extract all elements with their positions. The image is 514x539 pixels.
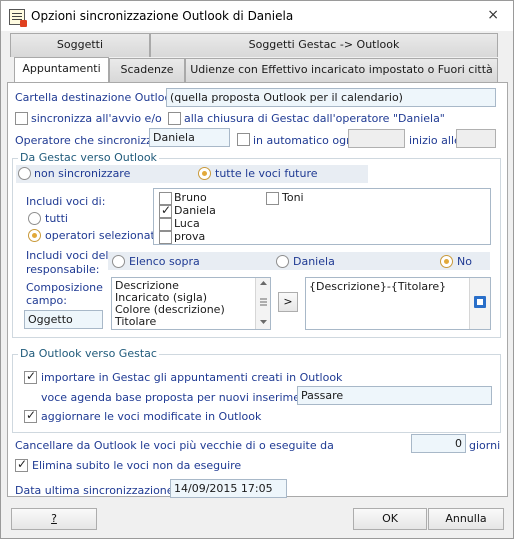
auto-interval-input[interactable] — [348, 129, 405, 148]
include-label: Includi voci di: — [26, 195, 106, 208]
agenda-label: voce agenda base proposta per nuovi inse… — [41, 391, 319, 404]
no-sync-radio[interactable] — [18, 167, 31, 180]
selected-operators-label: operatori selezionati — [45, 229, 158, 242]
tab-scadenze[interactable]: Scadenze — [109, 58, 185, 82]
import-label: importare in Gestac gli appuntamenti cre… — [41, 371, 343, 384]
all-future-radio[interactable] — [198, 167, 211, 180]
tab-appuntamenti[interactable]: Appuntamenti — [14, 57, 109, 82]
cleanup-days-input[interactable]: 0 — [411, 434, 466, 453]
operator-label: Operatore che sincronizza: — [15, 134, 163, 147]
composition-text[interactable]: {Descrizione}-{Titolare} — [305, 277, 491, 330]
composition-label-line2: campo: — [26, 294, 67, 307]
fields-list[interactable]: Descrizione Incaricato (sigla) Colore (d… — [111, 277, 271, 330]
responsible-label-line2: responsabile: — [26, 263, 100, 276]
import-checkbox[interactable] — [24, 369, 37, 384]
operator-checkbox-luca[interactable] — [159, 218, 172, 231]
app-icon — [9, 9, 27, 27]
sync-close-checkbox[interactable] — [168, 112, 181, 125]
tab-udienze[interactable]: Udienze con Effettivo incaricato imposta… — [185, 58, 498, 82]
resp-daniela-radio[interactable] — [276, 255, 289, 268]
delete-checkbox[interactable] — [15, 457, 28, 472]
resp-list-radio[interactable] — [112, 255, 125, 268]
start-time-input[interactable] — [456, 129, 496, 148]
sync-close-label: alla chiusura di Gestac dall'operatore "… — [184, 112, 445, 125]
sync-start-label: sincronizza all'avvio e/o — [31, 112, 162, 125]
fields-scrollbar[interactable] — [255, 278, 270, 329]
gestac-group-title: Da Gestac verso Outlook — [18, 151, 159, 164]
title-bar: Opzioni sincronizzazione Outlook di Dani… — [1, 1, 513, 31]
operator-input[interactable]: Daniela — [149, 128, 230, 147]
composition-label-line1: Composizione — [26, 281, 103, 294]
operator-checkbox-daniela[interactable] — [159, 203, 172, 218]
all-operators-radio[interactable] — [28, 212, 41, 225]
all-future-label: tutte le voci future — [215, 167, 318, 180]
all-operators-label: tutti — [45, 212, 68, 225]
delete-label: Elimina subito le voci non da eseguire — [32, 459, 242, 472]
composition-field-input[interactable]: Oggetto — [24, 310, 103, 329]
no-sync-label: non sincronizzare — [34, 167, 131, 180]
tab-soggetti-gestac-outlook[interactable]: Soggetti Gestac -> Outlook — [150, 33, 498, 57]
field-item[interactable]: Titolare — [115, 315, 156, 328]
update-label: aggiornare le voci modificate in Outlook — [41, 410, 262, 423]
ok-button[interactable]: OK — [353, 508, 427, 530]
outlook-icon[interactable] — [470, 278, 491, 329]
outlook-group-title: Da Outlook verso Gestac — [18, 347, 159, 360]
operator-name: Luca — [174, 217, 200, 230]
composition-tool — [469, 278, 490, 329]
auto-sync-checkbox[interactable] — [237, 133, 250, 146]
auto-sync-label: in automatico ogni: — [253, 134, 360, 147]
tab-soggetti[interactable]: Soggetti — [10, 33, 150, 57]
operator-name: prova — [174, 230, 206, 243]
composition-value: {Descrizione}-{Titolare} — [309, 280, 447, 293]
resp-no-label: No — [457, 255, 472, 268]
resp-daniela-label: Daniela — [293, 255, 335, 268]
window-title: Opzioni sincronizzazione Outlook di Dani… — [31, 9, 294, 23]
selected-operators-radio[interactable] — [28, 229, 41, 242]
operator-name: Toni — [282, 191, 304, 204]
resp-list-label: Elenco sopra — [129, 255, 200, 268]
folder-input[interactable]: (quella proposta Outlook per il calendar… — [166, 88, 496, 107]
cleanup-unit: giorni — [469, 439, 501, 452]
last-sync-input[interactable]: 14/09/2015 17:05 — [170, 479, 287, 498]
resp-no-radio[interactable] — [440, 255, 453, 268]
help-button[interactable]: ? — [11, 508, 97, 530]
update-checkbox[interactable] — [24, 408, 37, 423]
responsible-label-line1: Includi voci del — [26, 249, 109, 262]
close-button[interactable]: × — [487, 7, 499, 23]
sync-start-checkbox[interactable] — [15, 112, 28, 125]
scroll-arrows-icon — [260, 281, 267, 324]
agenda-input[interactable]: Passare — [297, 386, 492, 405]
appuntamenti-content: Cartella destinazione Outlook: (quella p… — [7, 82, 508, 498]
operator-checkbox-prova[interactable] — [159, 231, 172, 244]
operator-name: Daniela — [174, 204, 216, 217]
tab-panel: Soggetti Soggetti Gestac -> Outlook Appu… — [7, 33, 508, 498]
folder-label: Cartella destinazione Outlook: — [15, 91, 182, 104]
operators-list[interactable]: Bruno Toni Daniela Luca prova — [153, 188, 491, 245]
bottom-button-bar: ? OK Annulla — [7, 505, 508, 535]
operator-checkbox-toni[interactable] — [266, 192, 279, 205]
operator-name: Bruno — [174, 191, 207, 204]
cleanup-label: Cancellare da Outlook le voci più vecchi… — [15, 439, 334, 452]
cancel-button[interactable]: Annulla — [428, 508, 504, 530]
add-field-button[interactable]: > — [278, 292, 298, 312]
options-window: Opzioni sincronizzazione Outlook di Dani… — [0, 0, 514, 539]
last-sync-label: Data ultima sincronizzazione: — [15, 484, 178, 497]
